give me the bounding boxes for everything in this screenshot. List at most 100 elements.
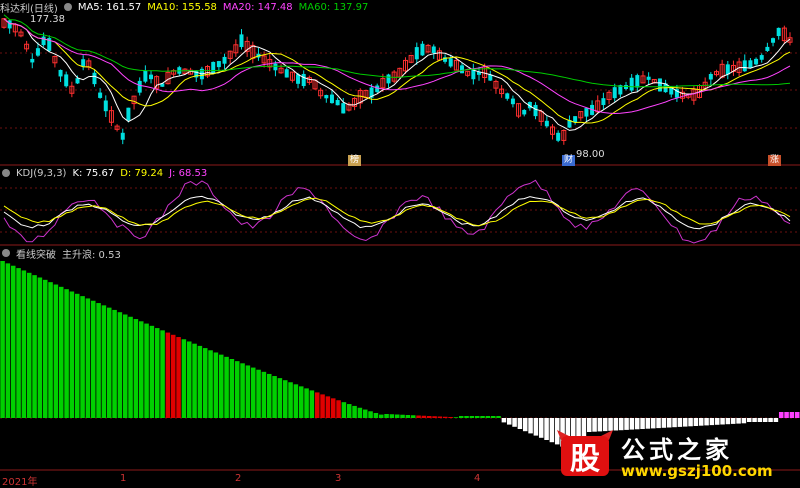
histogram-bar [688, 418, 693, 427]
candle [284, 69, 289, 78]
histogram-bar [288, 382, 293, 418]
histogram-bar [181, 339, 187, 418]
histogram-bar [549, 418, 555, 443]
histogram-bar [213, 352, 219, 418]
marker-bang[interactable]: 榜 [348, 155, 362, 166]
marker-zhang[interactable]: 涨 [768, 155, 782, 166]
histogram-bar [234, 361, 240, 418]
histogram-bar [186, 341, 192, 418]
histogram-bar [480, 416, 485, 418]
candle [41, 36, 46, 46]
candle [81, 59, 86, 67]
logo-glyph: 股 [570, 442, 600, 477]
candle [341, 103, 346, 114]
indicator-value: 主升浪: 0.53 [62, 249, 121, 261]
histogram-bar [453, 417, 459, 418]
candle [759, 55, 764, 60]
main-panel-header: 科达利(日线) MA5: 161.57 MA10: 155.58 MA20: 1… [0, 0, 374, 15]
indicator-title: 看线突破 [16, 249, 56, 261]
candle [544, 120, 549, 127]
histogram-bar [69, 291, 75, 418]
histogram-bar [762, 418, 768, 422]
candle [35, 48, 40, 56]
indicator-settings-icon[interactable] [2, 249, 10, 257]
x-label-3: 3 [335, 473, 342, 484]
candle [92, 72, 97, 85]
histogram-bar [714, 418, 720, 425]
histogram-bar [698, 418, 704, 426]
x-label-1: 1 [120, 473, 127, 484]
histogram-bar [128, 316, 133, 418]
histogram-bar [192, 343, 197, 418]
histogram-bar [677, 418, 683, 427]
candle [657, 78, 662, 92]
histogram-bar [720, 418, 725, 425]
candle [75, 78, 80, 84]
candle [505, 93, 510, 99]
histogram-bar [304, 388, 309, 418]
ma60-line [3, 14, 791, 88]
candle [573, 116, 578, 122]
histogram-bar [533, 418, 539, 436]
candle [725, 64, 730, 75]
candle [375, 85, 380, 93]
histogram-bar [773, 418, 779, 422]
settings-icon[interactable] [63, 3, 72, 11]
candle [646, 76, 651, 80]
candle [460, 65, 465, 74]
candle [103, 100, 108, 112]
histogram-bar [704, 418, 709, 426]
histogram-bar [48, 282, 53, 418]
marker-cai[interactable]: 财 [562, 155, 576, 166]
candle [126, 107, 131, 121]
histogram-bar [96, 303, 101, 418]
histogram-bar [373, 412, 379, 418]
kdj-settings-icon[interactable] [2, 169, 10, 177]
histogram-bar [138, 321, 144, 418]
stock-title: 科达利(日线) [0, 3, 58, 15]
histogram-bar [730, 418, 736, 424]
candle [420, 43, 425, 56]
histogram-bar [736, 418, 741, 424]
histogram-bar [117, 312, 123, 418]
low-price-label: 98.00 [576, 149, 605, 160]
histogram-bar [362, 409, 368, 418]
candle [58, 69, 63, 77]
histogram-bar [405, 415, 411, 418]
candle [149, 74, 154, 80]
watermark-logo: 股 公式之家 www.gszj100.com [555, 428, 800, 485]
histogram-bar [336, 400, 341, 418]
histogram-bar [709, 418, 715, 426]
histogram-bar [485, 416, 491, 418]
histogram-bar [85, 298, 91, 418]
chart-stage[interactable]: 科达利(日线) MA5: 161.57 MA10: 155.58 MA20: 1… [0, 0, 800, 488]
kdj-k-label: K: 75.67 [72, 167, 115, 179]
histogram-bar [165, 332, 171, 418]
candle [211, 61, 216, 74]
histogram-bar [58, 286, 64, 418]
histogram-bar [757, 418, 763, 422]
candle [324, 95, 329, 99]
kdj-title: KDJ(9,3,3) [16, 167, 67, 179]
histogram-bar [133, 319, 139, 418]
histogram-bar [421, 415, 427, 418]
histogram-bar [21, 270, 27, 418]
candle [7, 20, 12, 29]
high-price-label: 177.38 [30, 14, 65, 25]
chart-canvas[interactable] [0, 0, 800, 485]
candle [386, 74, 391, 84]
candle [329, 94, 334, 104]
histogram-bar [144, 323, 149, 418]
histogram-bar [768, 418, 773, 422]
histogram-bar [725, 418, 731, 425]
ma60-label: MA60: 137.97 [298, 1, 369, 13]
ma10-label: MA10: 155.58 [147, 1, 217, 13]
histogram-bar [197, 345, 203, 418]
histogram-bar [122, 314, 128, 418]
candle [143, 70, 148, 82]
histogram-bar [538, 418, 544, 438]
histogram-bar [378, 414, 384, 418]
histogram-bar [458, 416, 464, 418]
candle [522, 109, 527, 115]
histogram-bar [426, 416, 432, 418]
